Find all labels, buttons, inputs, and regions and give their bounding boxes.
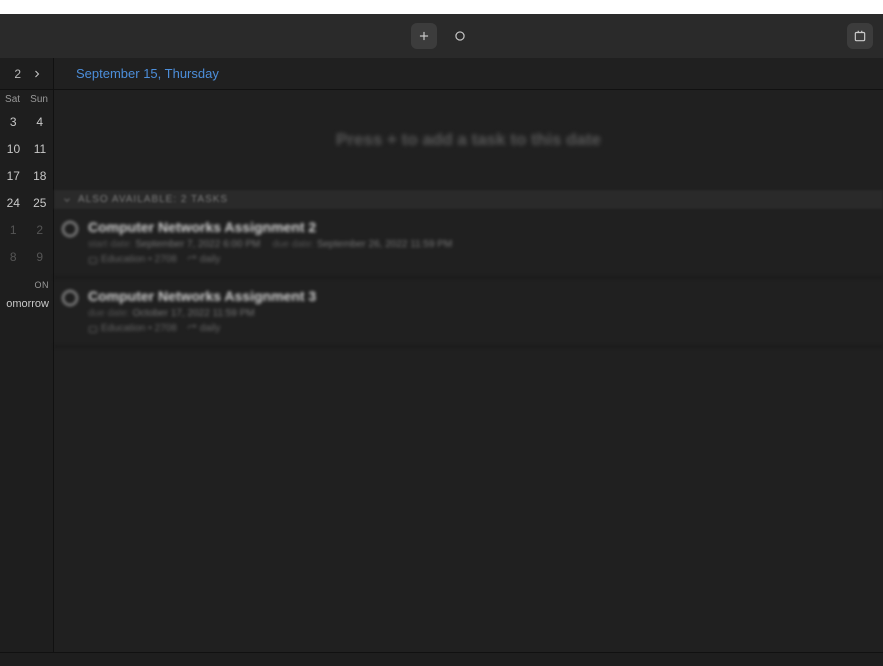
refresh-button[interactable] <box>447 23 473 49</box>
task-tags: Education • 2708 daily <box>88 254 871 265</box>
task-meta: due date: October 17, 2022 11:59 PM <box>88 308 871 319</box>
task-item[interactable]: Computer Networks Assignment 2 start date… <box>54 209 883 278</box>
mini-cal-day[interactable]: 11 <box>34 142 46 156</box>
mini-cal-row[interactable]: 89 <box>0 243 53 270</box>
archive-button[interactable] <box>847 23 873 49</box>
mini-cal-row[interactable]: 34 <box>0 108 53 135</box>
mini-cal-day[interactable]: 4 <box>36 115 43 129</box>
browser-top-strip <box>0 0 883 14</box>
also-available-section[interactable]: ALSO AVAILABLE: 2 TASKS <box>54 190 883 209</box>
mini-cal-day[interactable]: 1 <box>10 223 17 237</box>
mini-cal-row[interactable]: 24 25 <box>0 189 53 216</box>
mini-cal-day[interactable]: 2 <box>36 223 43 237</box>
mini-cal-day[interactable]: 17 <box>7 169 20 183</box>
bottom-strip <box>0 652 883 666</box>
task-item[interactable]: Computer Networks Assignment 3 due date: … <box>54 278 883 347</box>
mini-cal-day[interactable]: 10 <box>7 142 20 156</box>
task-meta: start date: September 7, 2022 6:00 PMdue… <box>88 239 871 250</box>
sidebar: 2 Sat Sun 341011171824251289 ON omorrow <box>0 58 54 652</box>
mini-cal-row[interactable]: 12 <box>0 216 53 243</box>
task-tags: Education • 2708 daily <box>88 323 871 334</box>
mini-cal-day-headers: Sat Sun <box>0 90 53 108</box>
add-task-button[interactable] <box>411 23 437 49</box>
mini-cal-day[interactable]: 3 <box>10 115 17 129</box>
mini-cal-day[interactable]: 9 <box>36 250 43 264</box>
mini-cal-day[interactable]: 25 <box>33 196 46 210</box>
task-title: Computer Networks Assignment 2 <box>88 219 871 235</box>
next-month-button[interactable] <box>27 64 47 84</box>
repeat-tag: daily <box>187 323 221 334</box>
nav-page-num: 2 <box>14 67 21 81</box>
folder-tag: Education • 2708 <box>88 254 177 265</box>
main-toolbar <box>0 14 883 58</box>
mini-cal-day[interactable]: 24 <box>7 196 20 210</box>
repeat-tag: daily <box>187 254 221 265</box>
task-title: Computer Networks Assignment 3 <box>88 288 871 304</box>
sidebar-section-label: ON <box>0 270 53 292</box>
mini-cal-day[interactable]: 18 <box>33 169 46 183</box>
chevron-down-icon <box>62 195 72 205</box>
selected-date-title: September 15, Thursday <box>76 66 219 81</box>
main-panel: September 15, Thursday Press + to add a … <box>54 58 883 652</box>
task-checkbox[interactable] <box>62 290 78 306</box>
mini-cal-row[interactable]: 1718 <box>0 162 53 189</box>
task-list: Computer Networks Assignment 2 start date… <box>54 209 883 347</box>
mini-cal-day[interactable]: 8 <box>10 250 17 264</box>
mini-calendar: 341011171824251289 <box>0 108 53 270</box>
sidebar-quick-tomorrow[interactable]: omorrow <box>0 292 53 316</box>
task-checkbox[interactable] <box>62 221 78 237</box>
mini-cal-row[interactable]: 10 11 <box>0 135 53 162</box>
folder-tag: Education • 2708 <box>88 323 177 334</box>
empty-state-hint: Press + to add a task to this date <box>54 90 883 190</box>
